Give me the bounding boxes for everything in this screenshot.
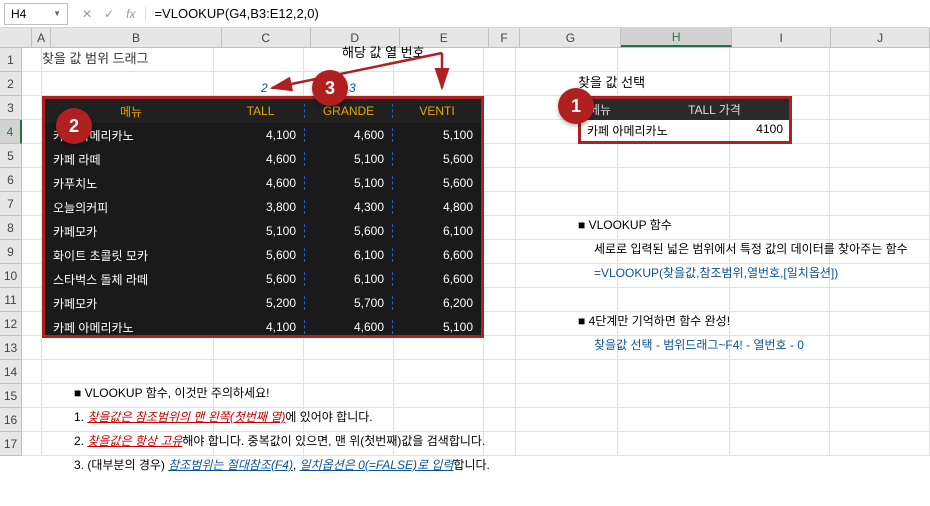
row-header-10[interactable]: 10 <box>0 264 22 288</box>
lookup-result-box: 메뉴 TALL 가격 카페 아메리카노 4100 <box>578 96 792 144</box>
col-index-label: 해당 값 열 번호 <box>342 42 425 61</box>
column-headers: A B C D E F G H I J <box>0 28 930 48</box>
col-header-H[interactable]: H <box>621 28 732 47</box>
step-circle-2: 2 <box>56 108 92 144</box>
table-row: 오늘의커피3,8004,3004,800 <box>45 195 481 219</box>
table-row: 카페 아메리카노4,1004,6005,100 <box>45 315 481 339</box>
formula-bar: H4 ▼ ✕ ✓ fx =VLOOKUP(G4,B3:E12,2,0) <box>0 0 930 28</box>
row-headers: 1 2 3 4 5 6 7 8 9 10 11 12 13 14 15 16 1… <box>0 48 22 456</box>
row-header-17[interactable]: 17 <box>0 432 22 456</box>
select-all-corner[interactable] <box>0 28 32 47</box>
lookup-menu-value: 카페 아메리카노 <box>581 120 680 141</box>
vlookup-desc: 세로로 입력된 넓은 범위에서 특정 값의 데이터를 찾아주는 함수 <box>594 240 908 257</box>
cancel-icon[interactable]: ✕ <box>78 7 96 21</box>
formula-buttons: ✕ ✓ fx <box>72 7 146 21</box>
fx-icon[interactable]: fx <box>122 7 139 21</box>
row-header-15[interactable]: 15 <box>0 384 22 408</box>
cells-area[interactable]: 찾을 값 범위 드래그 해당 값 열 번호 2 3 메뉴 TALL GRANDE… <box>22 48 930 456</box>
row-header-8[interactable]: 8 <box>0 216 22 240</box>
note-3: 3. (대부분의 경우) 참조범위는 절대참조(F4), 일치옵션은 0(=FA… <box>74 456 490 473</box>
col-header-B[interactable]: B <box>51 28 221 47</box>
steps-line: 찾을값 선택 - 범위드래그~F4! - 열번호 - 0 <box>594 336 804 353</box>
chevron-down-icon[interactable]: ▼ <box>53 9 61 18</box>
table-row: 스타벅스 돌체 라떼5,6006,1006,600 <box>45 267 481 291</box>
col-header-F[interactable]: F <box>489 28 521 47</box>
lookup-head-price: TALL 가격 <box>680 99 789 120</box>
confirm-icon[interactable]: ✓ <box>100 7 118 21</box>
col-index-3: 3 <box>349 81 356 95</box>
lookup-range-table: 2 3 메뉴 TALL GRANDE VENTI 카페 아메리카노4,1004,… <box>42 96 484 338</box>
th-grande: GRANDE <box>305 104 393 118</box>
row-header-16[interactable]: 16 <box>0 408 22 432</box>
col-header-I[interactable]: I <box>732 28 831 47</box>
th-tall: TALL <box>217 104 305 118</box>
table-row: 카페모카5,2005,7006,200 <box>45 291 481 315</box>
note-1: 1. 찾을값은 참조범위의 맨 왼쪽(첫번째 열)에 있어야 합니다. <box>74 408 373 425</box>
row-header-12[interactable]: 12 <box>0 312 22 336</box>
row-header-14[interactable]: 14 <box>0 360 22 384</box>
name-box-value: H4 <box>11 7 26 21</box>
row-header-13[interactable]: 13 <box>0 336 22 360</box>
lookup-title: 찾을 값 선택 <box>578 72 645 91</box>
notes-header: ■ VLOOKUP 함수, 이것만 주의하세요! <box>74 384 269 401</box>
col-header-G[interactable]: G <box>520 28 621 47</box>
note-2: 2. 찾을값은 항상 고유해야 합니다. 중복값이 있으면, 맨 위(첫번째)값… <box>74 432 485 449</box>
lookup-price-value: 4100 <box>680 120 789 141</box>
row-header-3[interactable]: 3 <box>0 96 22 120</box>
formula-input[interactable]: =VLOOKUP(G4,B3:E12,2,0) <box>146 6 930 21</box>
table-row: 카푸치노4,6005,1005,600 <box>45 171 481 195</box>
col-header-C[interactable]: C <box>222 28 311 47</box>
row-header-5[interactable]: 5 <box>0 144 22 168</box>
table-row: 카페모카5,1005,6006,100 <box>45 219 481 243</box>
spreadsheet-grid: A B C D E F G H I J 1 2 3 4 5 6 7 8 9 10… <box>0 28 930 456</box>
name-box[interactable]: H4 ▼ <box>4 3 68 25</box>
lookup-head-menu: 메뉴 <box>581 99 680 120</box>
row-header-7[interactable]: 7 <box>0 192 22 216</box>
col-index-2: 2 <box>261 81 268 95</box>
steps-header: ■ 4단계만 기억하면 함수 완성! <box>578 312 730 329</box>
col-header-J[interactable]: J <box>831 28 930 47</box>
row-header-1[interactable]: 1 <box>0 48 22 72</box>
col-header-A[interactable]: A <box>32 28 52 47</box>
table-row: 카페 라떼4,6005,1005,600 <box>45 147 481 171</box>
row-header-11[interactable]: 11 <box>0 288 22 312</box>
table-row: 카페 아메리카노4,1004,6005,100 <box>45 123 481 147</box>
vlookup-syntax: =VLOOKUP(찾을값,참조범위,열번호,[일치옵션]) <box>594 264 838 281</box>
step-circle-1: 1 <box>558 88 594 124</box>
range-drag-label: 찾을 값 범위 드래그 <box>42 48 149 67</box>
row-header-9[interactable]: 9 <box>0 240 22 264</box>
step-circle-3: 3 <box>312 70 348 106</box>
th-venti: VENTI <box>393 104 481 118</box>
vlookup-header: ■ VLOOKUP 함수 <box>578 216 672 233</box>
table-row: 화이트 초콜릿 모카5,6006,1006,600 <box>45 243 481 267</box>
row-header-4[interactable]: 4 <box>0 120 22 144</box>
row-header-2[interactable]: 2 <box>0 72 22 96</box>
row-header-6[interactable]: 6 <box>0 168 22 192</box>
